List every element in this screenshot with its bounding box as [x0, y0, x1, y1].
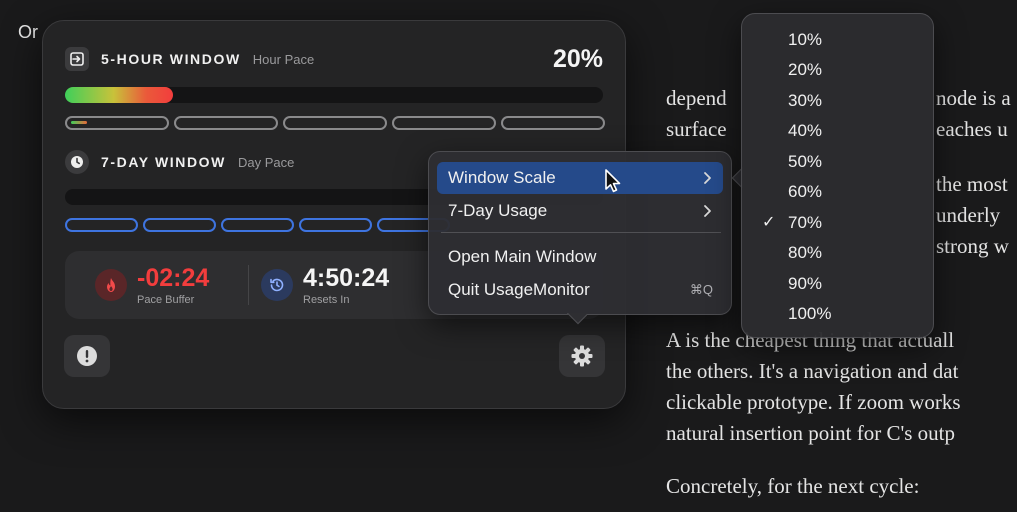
- day-segment: [65, 218, 138, 232]
- menu-item-open-main-window[interactable]: Open Main Window: [437, 241, 723, 273]
- doc-line: the others. It's a navigation and dat: [666, 359, 959, 383]
- doc-line: depend: [666, 86, 727, 110]
- resets-in-stat: 4:50:24 Resets In: [261, 251, 389, 319]
- doc-fragment: strong w: [936, 234, 1009, 258]
- checkmark-icon: ✓: [762, 214, 776, 231]
- menu-item-quit[interactable]: Quit UsageMonitor ⌘Q: [437, 274, 723, 306]
- doc-line: surface: [666, 117, 727, 141]
- five-hour-percent: 20%: [552, 45, 603, 73]
- pace-buffer-value: -02:24: [137, 263, 210, 292]
- doc-fragment: eaches u: [936, 117, 1008, 141]
- doc-fragment: underly: [936, 203, 1001, 227]
- five-hour-header: 5-HOUR WINDOW Hour Pace: [65, 47, 314, 71]
- hour-segment: [392, 116, 496, 130]
- scale-option-10[interactable]: 10%: [788, 27, 822, 53]
- quit-shortcut: ⌘Q: [689, 282, 713, 297]
- resets-in-value: 4:50:24: [303, 263, 390, 292]
- scale-option-90[interactable]: 90%: [788, 271, 822, 297]
- five-hour-progress-bar: [65, 87, 603, 103]
- menu-separator: [441, 232, 721, 233]
- pace-buffer-stat: -02:24 Pace Buffer: [95, 251, 209, 319]
- scale-option-80[interactable]: 80%: [788, 240, 822, 266]
- menu-item-label: Window Scale: [448, 168, 556, 187]
- scale-option-70[interactable]: 70%: [788, 210, 822, 236]
- chevron-right-icon: [704, 205, 711, 217]
- flame-icon: [95, 269, 127, 301]
- day-segment: [221, 218, 294, 232]
- mouse-cursor-icon: [605, 169, 621, 193]
- seven-day-header: 7-DAY WINDOW Day Pace: [65, 150, 294, 174]
- scale-option-60[interactable]: 60%: [788, 179, 822, 205]
- menu-pointer: [567, 313, 587, 325]
- seven-day-segments: [65, 218, 450, 232]
- menu-item-label: Open Main Window: [448, 247, 597, 266]
- stats-divider: [248, 265, 249, 305]
- seven-day-subtitle: Day Pace: [238, 154, 295, 170]
- chevron-right-icon: [704, 172, 711, 184]
- window-scale-submenu: 10% 20% 30% 40% 50% 60% ✓ 70% 80% 90% 10…: [741, 13, 934, 338]
- seven-day-title: 7-DAY WINDOW: [101, 154, 226, 170]
- doc-fragment: node is a: [936, 86, 1011, 110]
- hour-segment: [174, 116, 278, 130]
- arrow-into-box-icon: [65, 47, 89, 71]
- scale-option-20[interactable]: 20%: [788, 57, 822, 83]
- scale-option-40[interactable]: 40%: [788, 118, 822, 144]
- menu-item-label: Quit UsageMonitor: [448, 280, 590, 299]
- history-clock-icon: [261, 269, 293, 301]
- gear-icon: [571, 345, 593, 367]
- five-hour-subtitle: Hour Pace: [252, 51, 315, 67]
- alert-button[interactable]: [64, 335, 110, 377]
- five-hour-progress-fill: [65, 87, 173, 103]
- resets-in-label: Resets In: [303, 293, 350, 306]
- scale-option-50[interactable]: 50%: [788, 149, 822, 175]
- settings-button[interactable]: [559, 335, 605, 377]
- menu-item-label: 7-Day Usage: [448, 201, 548, 220]
- doc-fragment: the most: [936, 172, 1008, 196]
- scale-option-100[interactable]: 100%: [788, 301, 831, 327]
- settings-context-menu: Window Scale 7-Day Usage Open Main Windo…: [428, 151, 732, 315]
- five-hour-title: 5-HOUR WINDOW: [101, 51, 241, 67]
- menu-item-window-scale[interactable]: Window Scale: [437, 162, 723, 194]
- doc-line: Concretely, for the next cycle:: [666, 474, 920, 498]
- day-segment: [143, 218, 216, 232]
- doc-line: clickable prototype. If zoom works: [666, 390, 961, 414]
- day-segment: [299, 218, 372, 232]
- hour-segment: [65, 116, 169, 130]
- pace-buffer-label: Pace Buffer: [137, 293, 195, 306]
- menu-item-seven-day-usage[interactable]: 7-Day Usage: [437, 195, 723, 227]
- doc-line: natural insertion point for C's outp: [666, 421, 955, 445]
- hour-segment: [501, 116, 605, 130]
- five-hour-segments: [65, 116, 605, 130]
- scale-option-30[interactable]: 30%: [788, 88, 822, 114]
- clock-icon: [65, 150, 89, 174]
- exclamation-icon: [77, 346, 97, 366]
- hour-segment: [283, 116, 387, 130]
- background-text-fragment: Or: [18, 22, 38, 42]
